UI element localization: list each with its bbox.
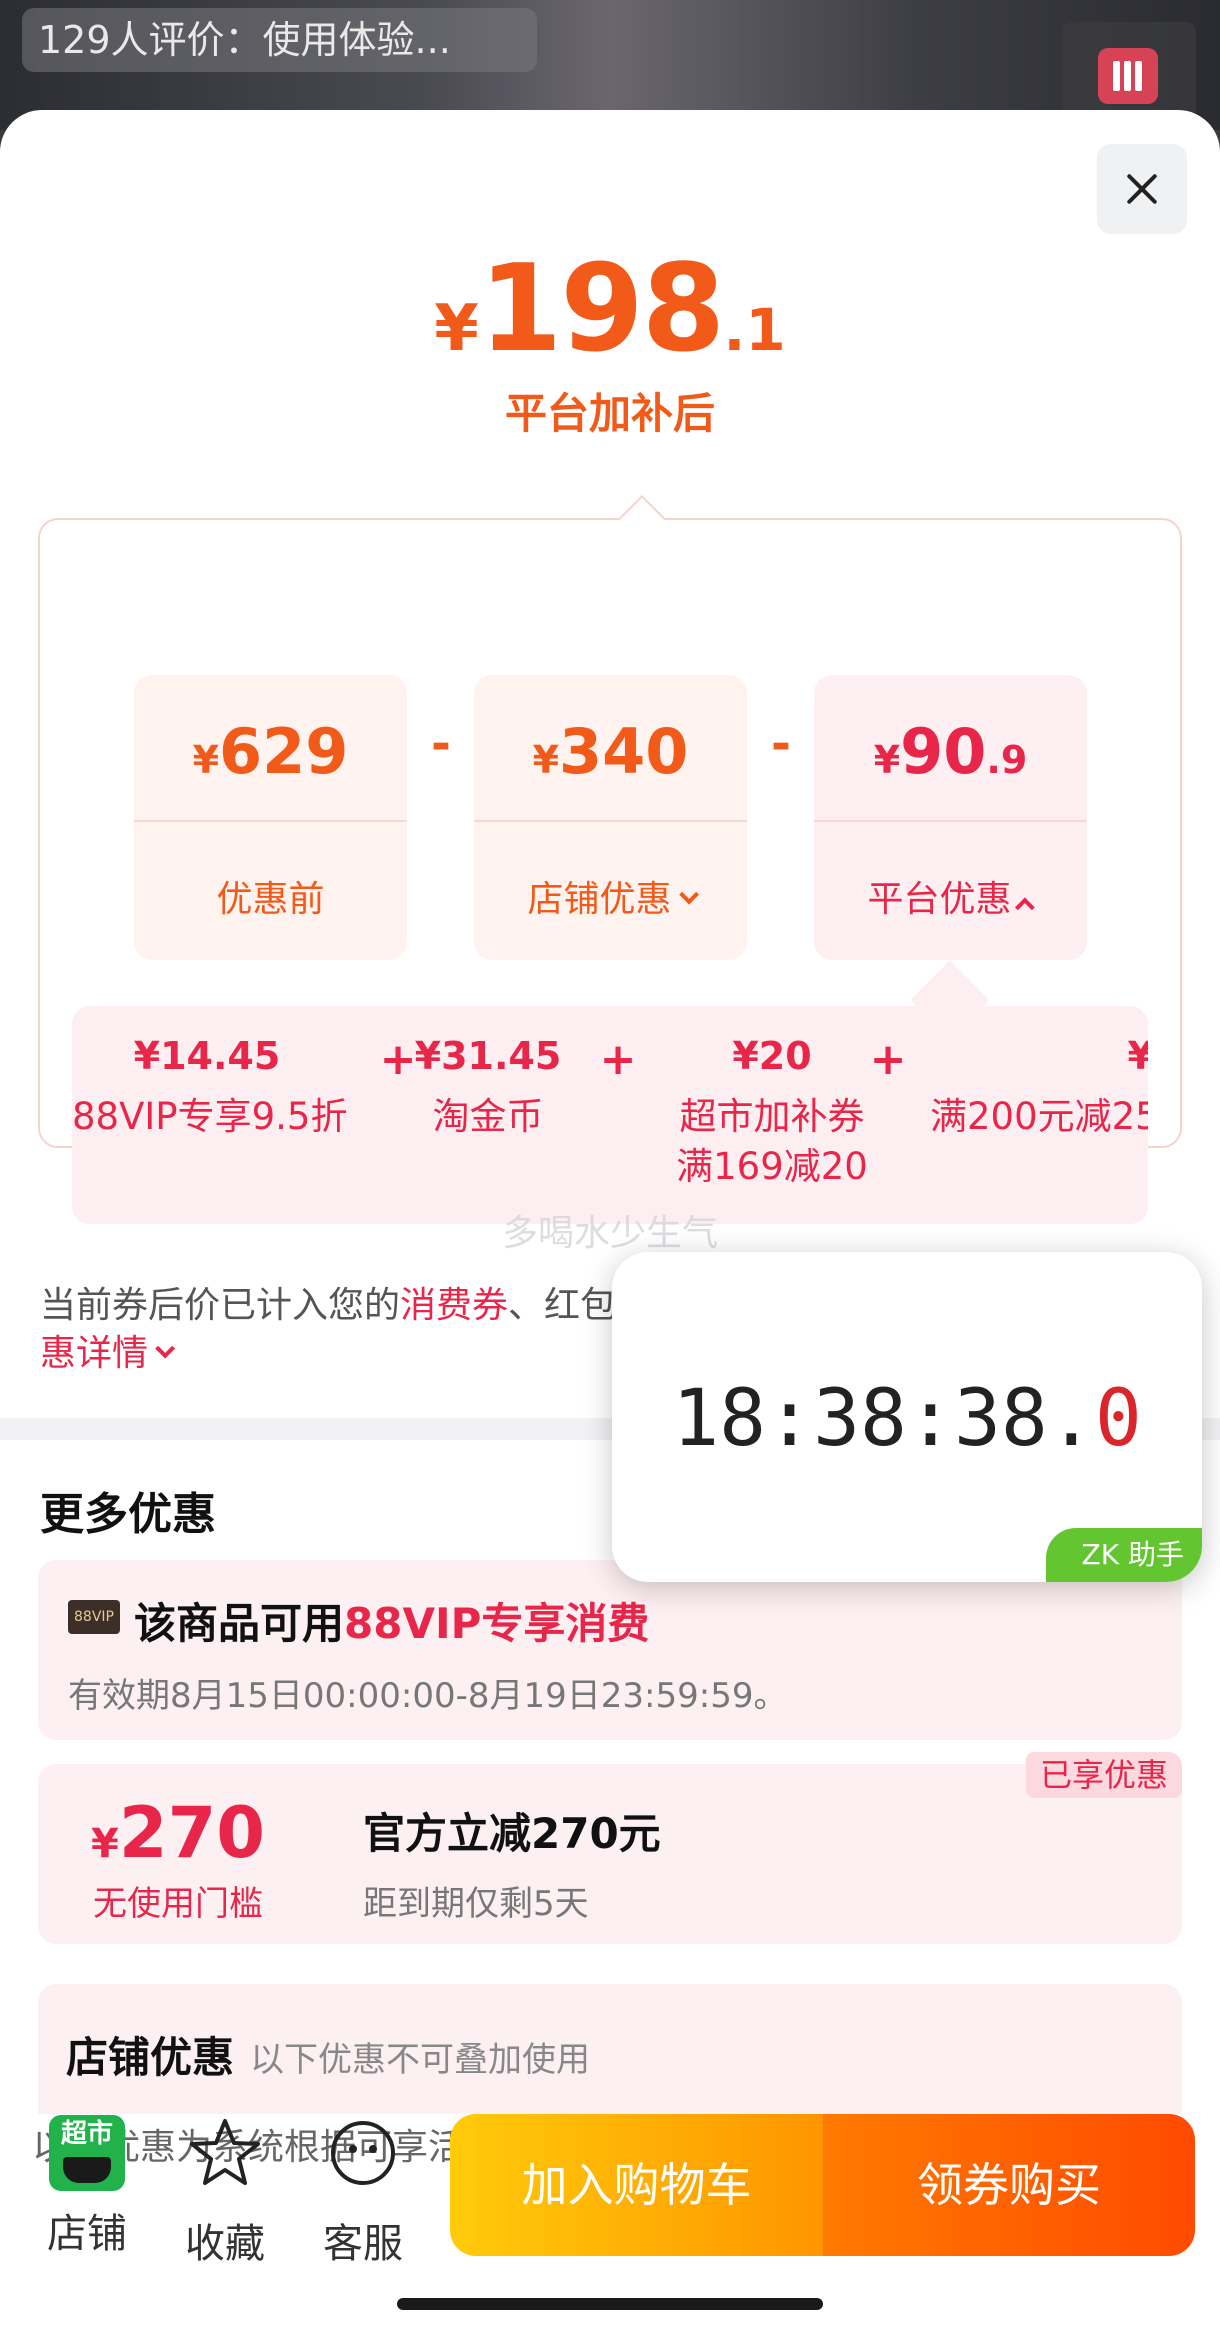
clock-brand-badge: ZK 助手 — [1045, 1528, 1202, 1582]
customer-service-button[interactable]: 客服 — [308, 2115, 418, 2269]
store-icon-text: 超市 — [60, 2119, 113, 2149]
detail-text: 超市加补券 — [679, 1095, 865, 1138]
review-summary-pill[interactable]: 129人评价：使用体验... — [22, 8, 537, 72]
vip-title-prefix: 该商品可用 — [134, 1599, 345, 1648]
supermarket-store-icon: 超市 — [49, 2115, 125, 2191]
final-price: ¥198.1 — [0, 240, 1220, 379]
detail-value: ¥31.45 — [414, 1034, 562, 1078]
consumption-coupon-link[interactable]: 消费券 — [400, 1285, 508, 1326]
shop-offers-title: 店铺优惠 — [66, 2033, 235, 2082]
price-detail-sheet: ¥198.1 平台加补后 ¥629 优惠前 - ¥340 店铺优惠 - ¥90.… — [0, 110, 1220, 2329]
clock-time: 18:38:38.0 — [612, 1374, 1202, 1464]
note-text: 当前券后价已计入您的 — [40, 1285, 401, 1326]
vip-validity: 有效期8月15日00:00:00-8月19日23:59:59。 — [68, 1676, 788, 1716]
plus-operator: + — [869, 1034, 907, 1085]
coupon-amount: ¥270 — [38, 1792, 318, 1874]
currency-symbol: ¥ — [532, 738, 560, 782]
applied-badge: 已享优惠 — [1025, 1752, 1182, 1798]
detail-text: 淘金币 — [432, 1095, 544, 1138]
review-summary-text: 129人评价：使用体验... — [38, 18, 451, 62]
detail-value: ¥14.45 — [133, 1034, 281, 1078]
coupon-condition: 无使用门槛 — [93, 1884, 263, 1924]
chevron-down-icon — [678, 884, 699, 905]
clock-time-tenth: 0 — [1094, 1374, 1142, 1464]
close-button[interactable] — [1097, 144, 1187, 234]
final-price-decimal: .1 — [723, 296, 786, 364]
detail-item-vip: ¥14.45 88VIP专享9.5折 — [72, 1034, 348, 1142]
favorite-button[interactable]: 收藏 — [170, 2115, 280, 2269]
shop-offers-card[interactable]: 店铺优惠 以下优惠不可叠加使用 — [38, 1984, 1182, 2114]
clock-time-main: 18:38:38. — [672, 1374, 1095, 1464]
star-icon — [190, 2119, 260, 2185]
final-price-label: 平台加补后 — [504, 389, 715, 438]
shop-label: 店铺 — [47, 2211, 127, 2257]
shop-discount-value: 340 — [559, 715, 689, 788]
platform-discount-value: 90 — [900, 715, 987, 788]
coupon-amount-value: 270 — [118, 1792, 265, 1874]
favorite-label: 收藏 — [185, 2221, 265, 2267]
vip-title-highlight: 88VIP专享消费 — [344, 1599, 650, 1648]
service-label: 客服 — [323, 2221, 403, 2267]
detail-text-2: 满169减20 — [676, 1145, 868, 1188]
original-price-label: 优惠前 — [216, 879, 325, 920]
customer-service-icon — [331, 2121, 395, 2185]
floating-clock-widget[interactable]: 18:38:38.0 ZK 助手 — [612, 1252, 1202, 1582]
coupon-name: 官方立减270元 — [363, 1809, 661, 1858]
chevron-down-icon — [155, 1338, 176, 1359]
detail-text: 满200元减25 — [930, 1095, 1148, 1138]
calc-box-pointer — [617, 494, 667, 544]
platform-discount-details[interactable]: ¥14.45 88VIP专享9.5折 + ¥31.45 淘金币 + ¥20 超市… — [72, 1006, 1148, 1224]
more-offers-title: 更多优惠 — [40, 1489, 216, 1540]
currency-symbol: ¥ — [873, 738, 901, 782]
vip-offer-title: 该商品可用88VIP专享消费 — [134, 1590, 649, 1651]
coupon-expiry: 距到期仅剩5天 — [363, 1884, 589, 1924]
pause-icon[interactable] — [1098, 48, 1158, 104]
shop-discount-card[interactable]: ¥340 店铺优惠 — [474, 675, 747, 960]
detail-value: ¥ — [1127, 1034, 1148, 1078]
platform-discount-card[interactable]: ¥90.9 平台优惠 — [814, 675, 1087, 960]
plus-operator: + — [599, 1034, 637, 1085]
shop-button[interactable]: 超市 店铺 — [32, 2115, 142, 2259]
final-price-integer: 198 — [478, 240, 725, 379]
detail-item-supermarket: ¥20 超市加补券 满169减20 — [652, 1034, 892, 1192]
add-to-cart-button[interactable]: 加入购物车 — [450, 2114, 823, 2256]
claim-coupon-buy-button[interactable]: 领券购买 — [823, 2114, 1195, 2256]
watermark-text: 多喝水少生气 — [501, 1213, 718, 1254]
detail-item-threshold: ¥ 满200元减25 — [930, 1034, 1148, 1142]
minus-operator: - — [771, 716, 791, 772]
detail-text: 88VIP专享9.5折 — [72, 1095, 348, 1138]
home-indicator — [397, 2298, 823, 2310]
platform-discount-decimal: .9 — [986, 738, 1028, 782]
minus-operator: - — [431, 716, 451, 772]
detail-value: ¥20 — [732, 1034, 812, 1078]
vip-offer-card[interactable]: 88VIP 该商品可用88VIP专享消费 有效期8月15日00:00:00-8月… — [38, 1560, 1182, 1740]
vip-badge-icon: 88VIP — [68, 1600, 120, 1634]
currency-symbol: ¥ — [91, 1821, 119, 1867]
currency-symbol: ¥ — [192, 738, 220, 782]
platform-discount-label: 平台优惠 — [867, 879, 1012, 920]
currency-symbol: ¥ — [434, 292, 479, 366]
original-price-card: ¥629 优惠前 — [134, 675, 407, 960]
official-coupon-card[interactable]: ¥270 无使用门槛 官方立减270元 距到期仅剩5天 已享优惠 — [38, 1752, 1182, 1944]
chevron-up-icon — [1014, 897, 1035, 918]
shop-offers-subtitle: 以下优惠不可叠加使用 — [250, 2040, 590, 2080]
shop-discount-label: 店铺优惠 — [527, 879, 672, 920]
original-price-value: 629 — [219, 715, 349, 788]
detail-item-coins: ¥31.45 淘金币 — [368, 1034, 608, 1142]
